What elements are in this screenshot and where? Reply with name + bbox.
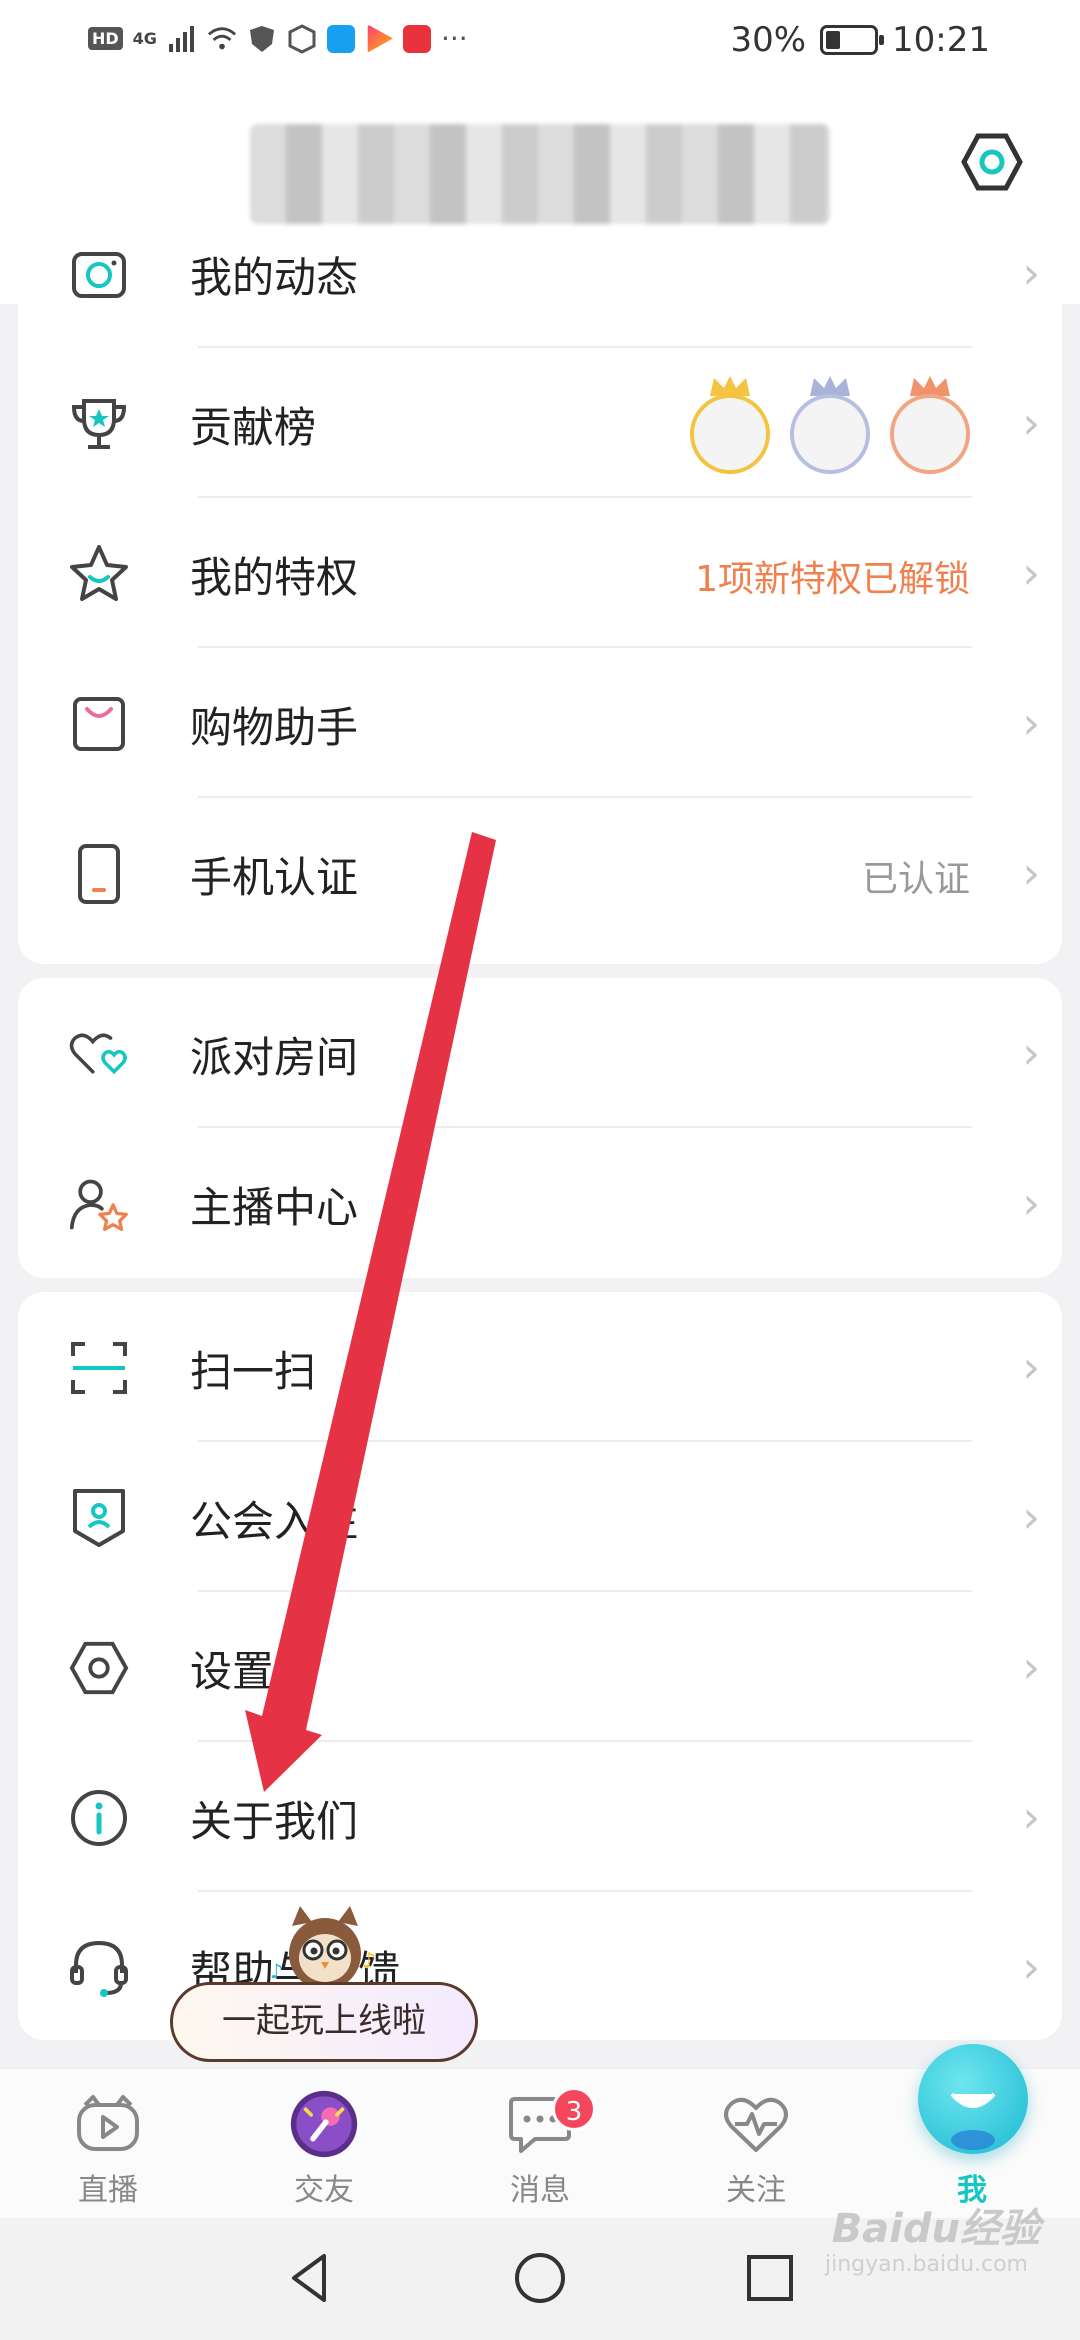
menu-row-streamer-center[interactable]: 主播中心 › <box>18 1128 1062 1278</box>
verify-status: 已认证 <box>861 859 970 900</box>
chevron-right-icon: › <box>1022 1492 1040 1543</box>
battery-icon <box>820 25 885 55</box>
menu-row-my-posts[interactable]: 我的动态 › <box>18 198 1062 348</box>
shopping-bag-icon <box>68 693 130 755</box>
watermark-url: jingyan.baidu.com <box>824 2252 1028 2277</box>
menu-row-party-room[interactable]: 派对房间 › <box>18 978 1062 1128</box>
back-icon[interactable] <box>280 2248 340 2308</box>
settings-hexagon-icon <box>68 1637 130 1699</box>
tab-label: 消息 <box>510 2173 570 2208</box>
unread-badge: 3 <box>552 2087 596 2131</box>
hd-icon: HD <box>88 27 123 50</box>
tab-live[interactable]: 直播 <box>48 2089 168 2209</box>
battery-percent: 30% <box>730 20 807 60</box>
clock: 10:21 <box>892 20 990 60</box>
signal-icon <box>168 25 194 52</box>
status-right: 30% 10:21 <box>730 20 990 60</box>
menu-label: 贡献榜 <box>190 403 317 452</box>
menu-row-scan[interactable]: 扫一扫 › <box>18 1292 1062 1442</box>
recents-icon[interactable] <box>740 2248 800 2308</box>
info-icon <box>68 1787 130 1849</box>
chevron-right-icon: › <box>1022 1178 1040 1229</box>
menu-card-party: 派对房间 › 主播中心 › <box>18 978 1062 1278</box>
trophy-icon <box>68 393 130 455</box>
menu-row-settings[interactable]: 设置 › <box>18 1592 1062 1742</box>
watermark-brand: Baidu经验 <box>831 2206 1040 2252</box>
menu-row-privileges[interactable]: 我的特权 1项新特权已解锁 › <box>18 498 1062 648</box>
tab-messages[interactable]: 3 消息 <box>480 2087 600 2209</box>
more-icon: ··· <box>440 22 468 55</box>
menu-label: 公会入驻 <box>190 1497 359 1546</box>
menu-row-leaderboard[interactable]: 贡献榜 › <box>18 348 1062 498</box>
headset-icon <box>68 1937 130 1999</box>
chevron-right-icon: › <box>1022 1642 1040 1693</box>
shield-icon <box>249 25 274 52</box>
menu-label: 主播中心 <box>190 1183 359 1232</box>
menu-label: 我的特权 <box>190 553 359 602</box>
chevron-right-icon: › <box>1022 1942 1040 1993</box>
camera-icon <box>68 243 130 305</box>
chevron-right-icon: › <box>1022 398 1040 449</box>
hearts-icon <box>68 1023 130 1085</box>
menu-label: 设置 <box>190 1647 275 1696</box>
menu-label: 关于我们 <box>190 1797 359 1846</box>
hand-icon <box>288 23 316 54</box>
menu-row-shopping[interactable]: 购物助手 › <box>18 648 1062 798</box>
menu-label: 扫一扫 <box>190 1347 317 1396</box>
privilege-status: 1项新特权已解锁 <box>695 559 970 600</box>
search-app-icon <box>326 24 355 53</box>
star-icon <box>68 543 130 605</box>
tab-label: 关注 <box>726 2173 786 2208</box>
leaderboard-avatars <box>690 374 970 474</box>
chevron-right-icon: › <box>1022 1792 1040 1843</box>
tab-following[interactable]: 关注 <box>696 2089 816 2209</box>
tab-friends[interactable]: 交友 <box>264 2089 384 2209</box>
me-face-icon[interactable] <box>918 2044 1028 2154</box>
chevron-right-icon: › <box>1022 1342 1040 1393</box>
menu-label: 我的动态 <box>190 253 359 302</box>
guild-badge-icon <box>68 1487 130 1549</box>
video-app-icon <box>367 24 393 53</box>
menu-card-tools: 扫一扫 › 公会入驻 › 设置 › 关于我们 › 帮助与反馈 › <box>18 1292 1062 2040</box>
menu-label: 手机认证 <box>190 853 359 902</box>
menu-row-guild[interactable]: 公会入驻 › <box>18 1442 1062 1592</box>
tab-label: 交友 <box>294 2173 354 2208</box>
phone-icon <box>68 843 130 905</box>
wifi-icon <box>207 26 236 49</box>
menu-row-phone-verify[interactable]: 手机认证 已认证 › <box>18 798 1062 948</box>
battery-level-fill <box>826 31 841 49</box>
chevron-right-icon: › <box>1022 1028 1040 1079</box>
chevron-right-icon: › <box>1022 848 1040 899</box>
rank-3-avatar <box>890 374 970 474</box>
menu-card-account: 我的动态 › 贡献榜 › 我的特权 1项新特权已解锁 › 购物助手 › 手机认证… <box>18 248 1062 964</box>
promo-label: 一起玩上线啦 <box>222 2001 426 2041</box>
rank-1-avatar <box>690 374 770 474</box>
owl-mascot-icon: ♪ ♪ <box>270 1898 380 1994</box>
red-app-icon <box>402 24 431 53</box>
scan-icon <box>68 1337 130 1399</box>
menu-label: 购物助手 <box>190 703 359 752</box>
tab-label: 直播 <box>78 2173 138 2208</box>
promo-pill[interactable]: 一起玩上线啦 <box>170 1982 478 2062</box>
live-tv-icon <box>73 2089 143 2159</box>
home-icon[interactable] <box>510 2248 570 2308</box>
hexagon-settings-icon <box>961 133 1023 191</box>
menu-label: 派对房间 <box>190 1033 359 1082</box>
menu-row-about[interactable]: 关于我们 › <box>18 1742 1062 1892</box>
chevron-right-icon: › <box>1022 548 1040 599</box>
header-settings-button[interactable] <box>942 112 1042 212</box>
chevron-right-icon: › <box>1022 248 1040 299</box>
svg-text:♪: ♪ <box>362 1949 376 1974</box>
network-label: 4G <box>132 29 157 48</box>
heartbeat-icon <box>721 2089 791 2159</box>
svg-text:♪: ♪ <box>270 1959 283 1983</box>
status-icons: HD 4G ··· <box>88 22 468 55</box>
microphone-icon <box>289 2089 359 2159</box>
streamer-star-icon <box>68 1173 130 1235</box>
status-bar: HD 4G ··· 30% 10:21 <box>0 0 1080 84</box>
chevron-right-icon: › <box>1022 698 1040 749</box>
rank-2-avatar <box>790 374 870 474</box>
